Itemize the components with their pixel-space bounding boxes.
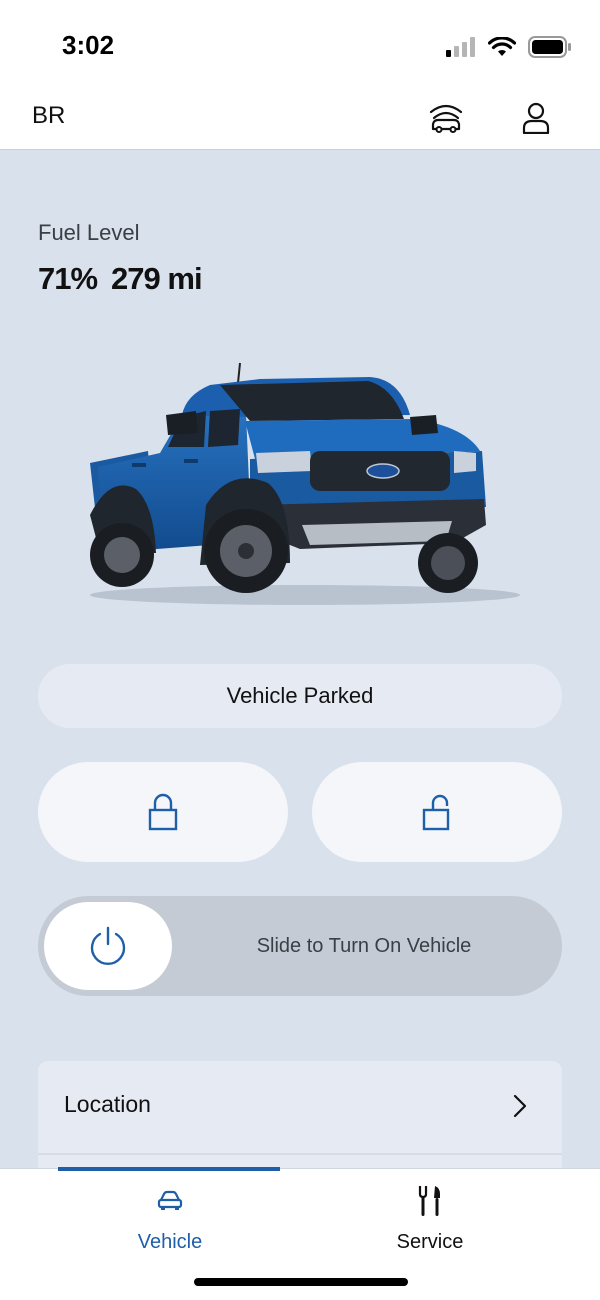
tab-vehicle-label: Vehicle [137, 1231, 203, 1253]
tab-service[interactable]: Service [330, 1181, 530, 1261]
status-icons [446, 34, 572, 60]
active-tab-indicator [58, 1167, 280, 1171]
unlock-button[interactable] [312, 762, 562, 862]
fuel-range: 279 mi [111, 261, 203, 296]
vehicle-status-pill: Vehicle Parked [38, 664, 562, 728]
account-icon [522, 102, 550, 134]
wifi-icon [488, 37, 516, 56]
app-header: BR [0, 86, 600, 150]
tab-vehicle[interactable]: Vehicle [70, 1181, 270, 1261]
home-indicator[interactable] [194, 1278, 408, 1286]
garage-button[interactable] [426, 98, 466, 138]
status-time: 3:02 [62, 30, 115, 60]
location-row[interactable]: Location [38, 1061, 562, 1153]
pickup-truck-image [90, 362, 520, 605]
account-button[interactable] [516, 98, 556, 138]
lock-icon [148, 793, 178, 831]
lock-button[interactable] [38, 762, 288, 862]
cellular-signal-icon [446, 37, 475, 57]
chevron-right-icon [513, 1094, 527, 1118]
status-bar: 3:02 [0, 0, 600, 86]
battery-icon [528, 36, 571, 58]
fuel-level-label: Fuel Level [38, 220, 140, 245]
car-icon [157, 1190, 183, 1210]
remote-start-slider[interactable]: Slide to Turn On Vehicle [38, 896, 562, 996]
fuel-percent: 71% [38, 261, 98, 296]
tools-icon [418, 1186, 440, 1216]
remote-start-handle[interactable] [44, 902, 172, 990]
garage-icon [429, 104, 463, 133]
tab-service-label: Service [396, 1231, 464, 1253]
vehicle-status-text: Vehicle Parked [226, 683, 374, 708]
remote-start-label: Slide to Turn On Vehicle [256, 934, 472, 957]
location-label: Location [64, 1091, 151, 1117]
unlock-icon [422, 794, 450, 831]
fuel-values: 71% 279 mi [38, 261, 203, 297]
header-title: BR [32, 102, 66, 129]
power-icon [90, 926, 126, 966]
